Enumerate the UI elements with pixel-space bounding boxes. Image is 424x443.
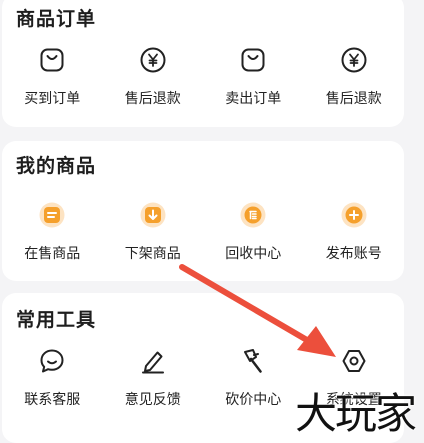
item-label: 砍价中心 (225, 392, 282, 408)
on-sale-goods-button[interactable]: 在售商品 (2, 199, 103, 263)
item-label: 售后退款 (124, 91, 181, 107)
shopping-bag-icon (237, 44, 269, 76)
item-label: 在售商品 (24, 246, 81, 262)
item-label: 联系客服 (24, 392, 81, 408)
publish-plus-icon (338, 199, 370, 231)
recycle-center-button[interactable]: 回收中心 (203, 199, 304, 263)
section-title: 我的商品 (16, 155, 97, 177)
axe-icon (237, 345, 269, 377)
feedback-button[interactable]: 意见反馈 (103, 345, 204, 409)
yen-refund-icon (137, 44, 169, 76)
watermark-logo: 大玩家 (295, 389, 417, 438)
shopping-bag-icon (36, 44, 68, 76)
bought-orders-button[interactable]: 买到订单 (2, 44, 103, 108)
delisted-goods-button[interactable]: 下架商品 (103, 199, 204, 263)
section-title: 常用工具 (16, 309, 97, 331)
item-label: 卖出订单 (225, 91, 282, 107)
publish-account-button[interactable]: 发布账号 (304, 199, 405, 263)
section-orders-card: 商品订单 买到订单 售后退款 卖出订单 售后退款 (2, 0, 404, 127)
bargain-center-button[interactable]: 砍价中心 (203, 345, 304, 409)
contact-support-button[interactable]: 联系客服 (2, 345, 103, 409)
section-items: 买到订单 售后退款 卖出订单 售后退款 (2, 44, 404, 108)
item-label: 买到订单 (24, 91, 81, 107)
section-items: 在售商品 下架商品 回收中心 发布账号 (2, 199, 404, 263)
item-label: 回收中心 (225, 246, 282, 262)
chat-bubble-icon (36, 345, 68, 377)
section-my-goods-card: 我的商品 在售商品 下架商品 回收中心 发布账号 (2, 141, 404, 281)
recycle-icon (237, 199, 269, 231)
item-label: 意见反馈 (124, 392, 181, 408)
yen-refund-icon (338, 44, 370, 76)
section-title: 商品订单 (16, 8, 97, 30)
item-label: 售后退款 (325, 91, 382, 107)
sold-orders-button[interactable]: 卖出订单 (203, 44, 304, 108)
sold-after-sale-refund-button[interactable]: 售后退款 (304, 44, 405, 108)
item-label: 下架商品 (124, 246, 181, 262)
after-sale-refund-button[interactable]: 售后退款 (103, 44, 204, 108)
pencil-icon (137, 345, 169, 377)
delist-icon (137, 199, 169, 231)
settings-hex-icon (338, 345, 370, 377)
item-label: 发布账号 (325, 246, 382, 262)
on-sale-icon (36, 199, 68, 231)
